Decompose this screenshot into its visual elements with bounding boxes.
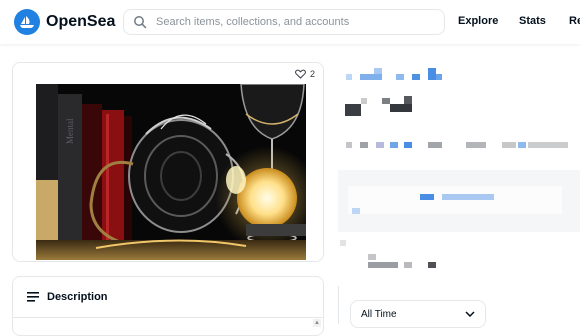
redacted-owner-line — [404, 142, 412, 148]
item-image-card: 2 Mental — [12, 62, 324, 262]
redacted-price — [442, 194, 494, 200]
opensea-logo-icon — [14, 9, 40, 35]
redacted-collection-name — [360, 74, 382, 80]
redacted-owner-line — [390, 142, 398, 148]
redacted-collection-name — [436, 74, 442, 80]
redacted-history-label — [404, 262, 412, 268]
svg-text:Mental: Mental — [65, 118, 75, 144]
nft-artwork-image[interactable]: Mental — [36, 84, 306, 260]
redacted-owner-line — [528, 142, 568, 148]
redacted-collection-name — [396, 74, 404, 80]
redacted-owner-line — [518, 142, 526, 148]
redacted-item-title — [404, 96, 412, 104]
description-title: Description — [47, 291, 108, 303]
redacted-price — [420, 194, 434, 200]
nav-resources[interactable]: Re — [569, 15, 580, 27]
panel-divider — [338, 286, 339, 324]
redacted-owner-line — [376, 142, 384, 148]
redacted-history-label — [368, 262, 398, 268]
price-panel-inner — [348, 186, 562, 214]
redacted-item-title — [382, 98, 390, 104]
redacted-collection-name — [346, 74, 352, 80]
top-nav-bar: OpenSea Explore Stats Re — [0, 0, 580, 44]
brand-name: OpenSea — [46, 13, 116, 30]
opensea-logo[interactable]: OpenSea — [14, 9, 115, 35]
redacted-item-title — [390, 104, 412, 112]
nav-stats[interactable]: Stats — [519, 15, 546, 27]
chevron-down-icon — [465, 311, 475, 317]
description-header[interactable]: Description — [27, 291, 108, 303]
favorite-count: 2 — [309, 69, 315, 79]
redacted-owner-line — [502, 142, 516, 148]
redacted-history-label — [428, 262, 436, 268]
favorite-button[interactable]: 2 — [295, 69, 315, 79]
heart-icon — [295, 69, 306, 79]
time-range-selected: All Time — [361, 308, 397, 320]
search-input[interactable] — [154, 15, 438, 29]
redacted-owner-line — [428, 142, 442, 148]
redacted-owner-line — [360, 142, 368, 148]
redacted-history-label — [368, 254, 376, 260]
redacted-owner-line — [346, 142, 352, 148]
redacted-owner-line — [466, 142, 486, 148]
description-panel: Description ▲ — [12, 276, 324, 336]
redacted-collection-name — [428, 68, 436, 80]
list-icon — [27, 292, 39, 302]
search-icon — [134, 16, 147, 29]
redacted-collection-name — [412, 74, 420, 80]
redacted-item-title — [345, 104, 361, 116]
scrollbar-up-arrow[interactable]: ▲ — [313, 319, 321, 327]
redacted-collection-name — [374, 68, 382, 74]
redacted-history-label — [340, 240, 346, 246]
nav-explore[interactable]: Explore — [458, 15, 498, 27]
redacted-item-title — [361, 98, 367, 104]
description-divider — [13, 317, 323, 318]
redacted-price — [352, 208, 360, 214]
search-bar[interactable] — [123, 9, 445, 35]
